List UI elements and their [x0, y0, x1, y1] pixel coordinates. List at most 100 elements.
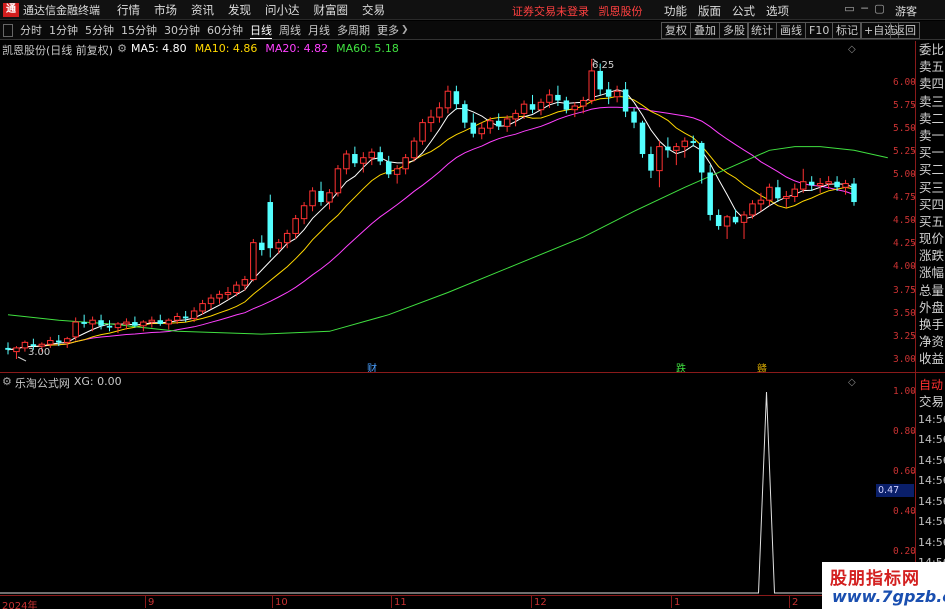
candle-body [740, 214, 748, 223]
overlay-button[interactable]: 叠加 [690, 22, 720, 39]
period-tab-daily[interactable]: 日线 [250, 22, 272, 39]
back-button[interactable]: 返回 [890, 22, 920, 39]
stock-title: 凯恩股份(日线 前复权) [2, 44, 114, 57]
period-tab-5min[interactable]: 5分钟 [85, 22, 114, 38]
mark-button[interactable]: 标记 [832, 22, 862, 39]
restore-window-icon[interactable]: ▭ [842, 2, 857, 15]
quote-row-turnover: 换手 [919, 317, 945, 332]
multi-stock-button[interactable]: 多股 [719, 22, 749, 39]
candle-body [842, 183, 849, 188]
tick-time: 14:56 [918, 433, 945, 447]
menu-item-formula[interactable]: 公式 [732, 3, 755, 19]
period-tab-multi[interactable]: 多周期 [337, 22, 370, 38]
tick-time: 14:56 [918, 535, 945, 549]
candle-body [343, 153, 350, 170]
menu-item-news[interactable]: 资讯 [191, 2, 214, 18]
indicator-gear-icon[interactable]: ⚙ [2, 375, 12, 391]
date-label: 10 [275, 597, 288, 608]
trade-login-status[interactable]: 证券交易未登录 [512, 5, 589, 18]
trade-login-alert[interactable]: 证券交易未登录 凯恩股份 [512, 3, 643, 19]
menu-item-options[interactable]: 选项 [766, 3, 789, 19]
candle-body [30, 344, 37, 347]
candle-body [140, 321, 147, 327]
trade-tab[interactable]: 交易 [916, 393, 945, 410]
ma60-label: MA60: 5.18 [336, 42, 399, 55]
menu-item-trade[interactable]: 交易 [362, 2, 385, 18]
candle-body [639, 122, 646, 155]
price-tick: 5.75 [893, 100, 916, 111]
candle-body [571, 105, 579, 111]
candle-body [444, 90, 452, 109]
alert-stock-name[interactable]: 凯恩股份 [599, 5, 643, 18]
menu-item-ask[interactable]: 问小达 [265, 2, 300, 18]
menu-item-function[interactable]: 功能 [664, 3, 687, 19]
date-tick [671, 596, 672, 608]
candle-body [605, 89, 612, 97]
candle-body [512, 112, 519, 120]
candle-body [402, 157, 409, 170]
price-tick: 3.25 [893, 331, 916, 342]
quote-row-outer: 外盘 [919, 299, 945, 315]
price-tick: 5.25 [893, 146, 916, 157]
candle-body [681, 140, 689, 148]
candle-body [419, 122, 426, 142]
candle-body [173, 316, 181, 321]
period-tab-intraday[interactable]: 分时 [20, 22, 42, 38]
collapse-icon[interactable]: ◇ [848, 44, 856, 55]
candle-body [436, 107, 443, 118]
candle-body [216, 293, 223, 299]
date-tick [272, 596, 273, 608]
statistics-button[interactable]: 统计 [747, 22, 777, 39]
period-tab-15min[interactable]: 15分钟 [121, 22, 157, 38]
kline-chart[interactable] [0, 41, 915, 372]
sidebar-toggle-icon[interactable] [3, 23, 13, 37]
draw-line-button[interactable]: 画线 [776, 22, 806, 39]
quote-row-volume: 总量 [919, 282, 945, 298]
candle-body [410, 140, 418, 159]
candle-body [56, 340, 62, 343]
candle-body [808, 181, 815, 186]
indicator-title: 乐淘公式网 [14, 377, 70, 390]
candle-body [385, 161, 392, 175]
tick-time: 14:56 [918, 494, 945, 508]
period-tab-weekly[interactable]: 周线 [279, 22, 301, 38]
menu-item-wealth[interactable]: 财富圈 [314, 2, 349, 18]
period-tab-monthly[interactable]: 月线 [308, 22, 330, 38]
quote-row-ask1: 卖一 [919, 127, 945, 143]
menu-item-market[interactable]: 市场 [154, 2, 177, 18]
right-menu: 功能 版面 公式 选项 [664, 3, 800, 19]
candle-body [732, 216, 739, 223]
candle-body [157, 320, 164, 324]
quote-row-ratio: 委比 [919, 42, 945, 57]
guest-login[interactable]: 游客 [895, 3, 917, 19]
f10-button[interactable]: F10 [805, 22, 834, 39]
menu-item-layout[interactable]: 版面 [698, 3, 721, 19]
candle-body [89, 319, 96, 325]
period-tab-60min[interactable]: 60分钟 [207, 22, 243, 38]
gear-icon[interactable]: ⚙ [117, 42, 127, 56]
minimize-icon[interactable]: ─ [857, 2, 872, 15]
auto-toggle[interactable]: 自动 [916, 376, 945, 393]
candle-body [241, 279, 249, 286]
period-tab-more[interactable]: 更多 [377, 22, 399, 38]
period-tab-1min[interactable]: 1分钟 [49, 22, 78, 38]
maximize-icon[interactable]: ▢ [872, 2, 887, 15]
menu-item-discover[interactable]: 发现 [228, 2, 251, 18]
period-tab-30min[interactable]: 30分钟 [164, 22, 200, 38]
candle-body [851, 183, 857, 203]
menu-item-quotes[interactable]: 行情 [117, 2, 140, 18]
candle-body [199, 303, 206, 312]
ma10-label: MA10: 4.86 [194, 42, 258, 55]
adjust-button[interactable]: 复权 [661, 22, 691, 39]
candle-body [470, 122, 477, 134]
chevron-right-icon[interactable]: ❯ [401, 25, 409, 35]
indicator-tick: 0.40 [893, 506, 916, 517]
candle-body [698, 142, 705, 173]
indicator-chart[interactable] [0, 373, 915, 595]
candle-body [38, 343, 46, 347]
current-value-tag: 0.47 [876, 484, 914, 497]
xg-signal-line [0, 391, 915, 594]
price-tick: 3.00 [893, 354, 916, 365]
candle-body [453, 91, 460, 105]
candle-body [665, 146, 671, 151]
